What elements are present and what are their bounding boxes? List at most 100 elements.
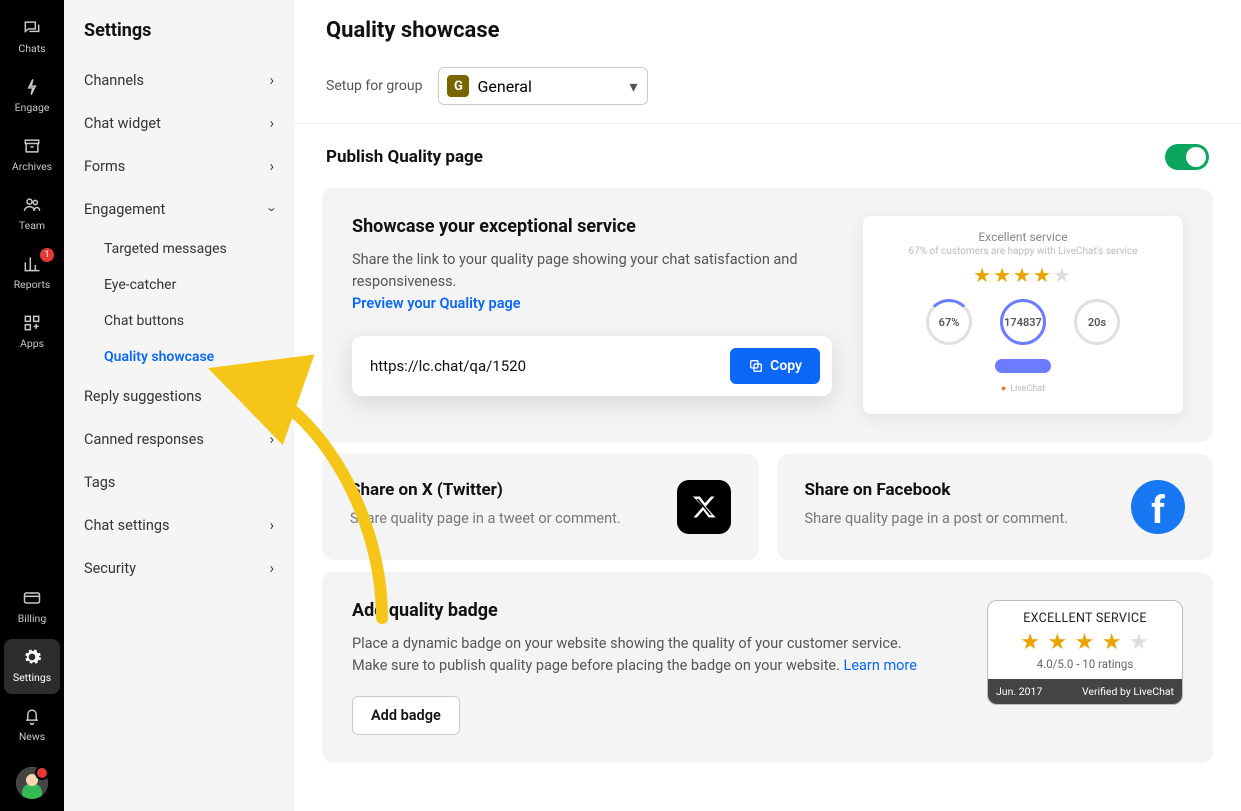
copy-label: Copy [770, 358, 802, 374]
sidebar-item-eye-catcher[interactable]: Eye-catcher [64, 267, 294, 303]
preview-subtitle: 67% of customers are happy with LiveChat… [873, 246, 1173, 257]
sidebar-item-label: Forms [84, 158, 125, 175]
sidebar-item-security[interactable]: Security› [64, 547, 294, 590]
rail-apps-label: Apps [20, 337, 44, 350]
share-x-desc: Share quality page in a tweet or comment… [350, 510, 621, 527]
badge-title: EXCELLENT SERVICE [988, 601, 1182, 628]
rail-billing-label: Billing [18, 612, 46, 625]
share-fb-heading: Share on Facebook [805, 480, 1069, 500]
setup-row: Setup for group G General ▾ [294, 67, 1241, 124]
archives-icon [22, 136, 42, 156]
preview-stars-icon: ★★★★★ [873, 263, 1173, 287]
rail-engage[interactable]: Engage [4, 69, 60, 124]
learn-more-link[interactable]: Learn more [844, 657, 917, 674]
rail-billing[interactable]: Billing [4, 580, 60, 635]
sidebar-item-forms[interactable]: Forms › [64, 145, 294, 188]
group-select[interactable]: G General ▾ [438, 67, 648, 105]
rail-team-label: Team [19, 219, 45, 232]
sidebar-item-chat-buttons[interactable]: Chat buttons [64, 303, 294, 339]
left-rail: Chats Engage Archives Team 1 Reports App… [0, 0, 64, 811]
gear-icon [22, 647, 42, 667]
badge-stars-icon: ★ ★ ★ ★ ★ [988, 628, 1182, 657]
quality-preview-thumbnail: Excellent service 67% of customers are h… [863, 216, 1183, 414]
quality-url-input[interactable] [370, 357, 730, 375]
badge-date: Jun. 2017 [996, 685, 1042, 698]
copy-icon [748, 358, 764, 374]
reports-badge: 1 [40, 248, 54, 262]
caret-down-icon: ▾ [629, 77, 637, 96]
rail-settings-label: Settings [13, 671, 51, 684]
badge-desc: Place a dynamic badge on your website sh… [352, 633, 963, 678]
share-row: Share on X (Twitter) Share quality page … [322, 454, 1213, 560]
preview-footer: ●LiveChat [873, 383, 1173, 394]
rail-archives-label: Archives [12, 160, 52, 173]
group-badge: G [447, 75, 469, 97]
chats-icon [22, 18, 42, 38]
sidebar-item-label: Tags [84, 474, 115, 491]
share-x-heading: Share on X (Twitter) [350, 480, 621, 500]
publish-toggle[interactable] [1165, 144, 1209, 170]
x-twitter-icon [677, 480, 731, 534]
showcase-card: Showcase your exceptional service Share … [322, 188, 1213, 442]
rail-archives[interactable]: Archives [4, 128, 60, 183]
sidebar-item-label: Reply suggestions [84, 388, 202, 405]
chevron-down-icon: › [263, 207, 280, 211]
rail-reports-label: Reports [14, 278, 51, 291]
rail-news[interactable]: News [4, 698, 60, 753]
engage-icon [22, 77, 42, 97]
sidebar-item-canned-responses[interactable]: Canned responses › [64, 418, 294, 461]
rail-settings[interactable]: Settings [4, 639, 60, 694]
sidebar-item-label: Engagement [84, 201, 165, 218]
rail-reports[interactable]: 1 Reports [4, 246, 60, 301]
rail-team[interactable]: Team [4, 187, 60, 242]
rail-chats[interactable]: Chats [4, 10, 60, 65]
user-avatar[interactable] [16, 767, 48, 799]
quality-badge-preview: EXCELLENT SERVICE ★ ★ ★ ★ ★ 4.0/5.0 - 10… [987, 600, 1183, 705]
sidebar-item-channels[interactable]: Channels › [64, 59, 294, 102]
chevron-right-icon: › [270, 158, 274, 175]
main-content: Quality showcase Setup for group G Gener… [294, 0, 1241, 811]
sidebar-item-chat-widget[interactable]: Chat widget› [64, 102, 294, 145]
setup-label: Setup for group [326, 78, 422, 94]
sidebar-item-targeted-messages[interactable]: Targeted messages [64, 231, 294, 267]
copy-button[interactable]: Copy [730, 348, 820, 384]
sidebar-title: Settings [64, 16, 294, 59]
share-x-card[interactable]: Share on X (Twitter) Share quality page … [322, 454, 759, 560]
sidebar-item-label: Chat widget [84, 115, 161, 132]
settings-sidebar: Settings Channels› Chat widget› Forms› E… [64, 0, 294, 811]
chevron-right-icon: › [270, 517, 274, 534]
preview-quality-link[interactable]: Preview your Quality page [352, 295, 521, 312]
sidebar-item-chat-settings[interactable]: Chat settings› [64, 504, 294, 547]
preview-metric-3: 20s [1074, 299, 1120, 345]
share-fb-desc: Share quality page in a post or comment. [805, 510, 1069, 527]
rail-news-label: News [19, 730, 45, 743]
sidebar-item-label: Security [84, 560, 136, 577]
bell-icon [22, 706, 42, 726]
badge-heading: Add quality badge [352, 600, 963, 621]
page-title: Quality showcase [294, 18, 1241, 67]
sidebar-item-reply-suggestions[interactable]: Reply suggestions [64, 375, 294, 418]
reports-icon [22, 254, 42, 274]
billing-icon [22, 588, 42, 608]
showcase-desc: Share the link to your quality page show… [352, 249, 833, 293]
sidebar-item-label: Canned responses [84, 431, 204, 448]
add-badge-button[interactable]: Add badge [352, 696, 460, 735]
sidebar-item-label: Channels [84, 72, 144, 89]
rail-engage-label: Engage [15, 101, 50, 114]
facebook-icon: f [1131, 480, 1185, 534]
preview-metrics: 67% 174837 20s [873, 299, 1173, 345]
sidebar-item-engagement[interactable]: Engagement › [64, 188, 294, 231]
share-facebook-card[interactable]: Share on Facebook Share quality page in … [777, 454, 1214, 560]
apps-icon [22, 313, 42, 333]
badge-verified: Verified by LiveChat [1082, 685, 1174, 698]
sidebar-item-quality-showcase[interactable]: Quality showcase [64, 339, 294, 375]
chevron-right-icon: › [270, 72, 274, 89]
sidebar-item-tags[interactable]: Tags [64, 461, 294, 504]
quality-url-row: Copy [352, 336, 832, 396]
rail-apps[interactable]: Apps [4, 305, 60, 360]
group-name: General [477, 77, 531, 96]
chevron-right-icon: › [270, 431, 274, 448]
preview-title: Excellent service [873, 230, 1173, 244]
rail-chats-label: Chats [18, 42, 45, 55]
team-icon [22, 195, 42, 215]
